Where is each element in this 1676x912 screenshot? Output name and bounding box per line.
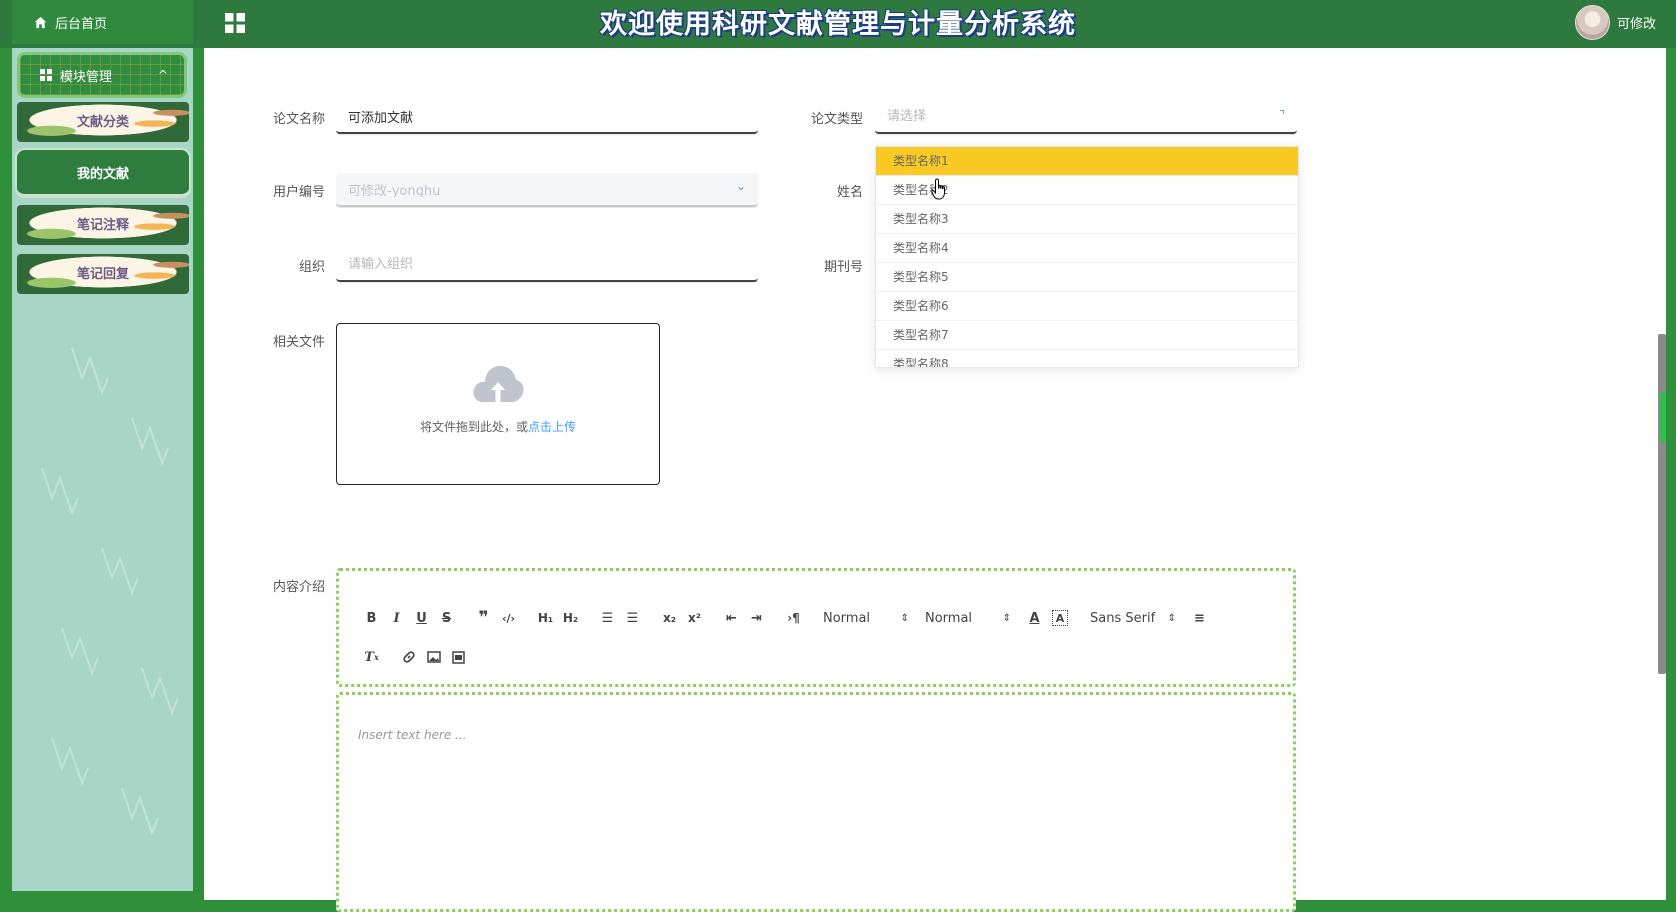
- editor-content-area[interactable]: Insert text here ...: [336, 692, 1296, 912]
- heading-2-icon[interactable]: H₂: [558, 606, 583, 630]
- dropdown-option[interactable]: 类型名称5: [876, 263, 1298, 292]
- user-menu[interactable]: 可修改: [1574, 5, 1656, 40]
- upload-hint: 将文件拖到此处，或点击上传: [337, 418, 659, 435]
- sidebar-item-notes[interactable]: 笔记注释: [17, 205, 189, 245]
- clear-format-icon[interactable]: Tx: [359, 645, 384, 669]
- text-direction-icon[interactable]: ›¶: [781, 606, 806, 630]
- user-id-label: 用户编号: [272, 185, 325, 200]
- page-scrollbar[interactable]: [1658, 48, 1666, 900]
- font-select[interactable]: Sans Serif ⇕: [1085, 606, 1181, 630]
- image-icon[interactable]: [421, 645, 446, 669]
- page-title: 欢迎使用科研文献管理与计量分析系统: [600, 9, 1076, 40]
- sidebar-item-label: 笔记注释: [76, 217, 129, 233]
- avatar[interactable]: [1574, 5, 1610, 40]
- dropdown-option[interactable]: 类型名称7: [876, 321, 1298, 350]
- font-select-value: Sans Serif: [1090, 610, 1156, 626]
- user-id-select[interactable]: ⌄: [336, 173, 758, 207]
- sidebar: 模块管理 ^ 文献分类 我的文献 笔记注释 笔记回复: [12, 48, 193, 891]
- outdent-icon[interactable]: ⇤: [719, 606, 744, 630]
- organization-label: 组织: [298, 260, 325, 275]
- size-select-value: Normal: [925, 610, 973, 626]
- sidebar-item-document-category[interactable]: 文献分类: [17, 102, 189, 142]
- strikethrough-icon[interactable]: S: [434, 606, 459, 630]
- video-icon[interactable]: [446, 645, 471, 669]
- select-arrows-icon: ⇕: [900, 612, 909, 624]
- click-upload-link[interactable]: 点击上传: [528, 420, 576, 434]
- subscript-icon[interactable]: x₂: [657, 606, 682, 630]
- related-file-label: 相关文件: [272, 335, 325, 350]
- bold-icon[interactable]: B: [359, 606, 384, 630]
- journal-number-label: 期刊号: [823, 260, 863, 275]
- editor-toolbar: B I U S ❞ ‹/› H₁ H₂ ☰ ☰ x₂ x² ⇤ ⇥ ›¶ Nor…: [336, 568, 1296, 687]
- heading-1-icon[interactable]: H₁: [533, 606, 558, 630]
- organization-field[interactable]: [336, 248, 758, 282]
- username: 可修改: [1616, 17, 1656, 32]
- sidebar-item-note-replies[interactable]: 笔记回复: [17, 254, 189, 294]
- paper-title-input[interactable]: [348, 108, 758, 124]
- editor-placeholder: Insert text here ...: [358, 728, 467, 742]
- scrollbar-thumb[interactable]: [1658, 334, 1666, 674]
- link-icon[interactable]: [396, 645, 421, 669]
- bullet-list-icon[interactable]: ☰: [620, 606, 645, 630]
- name-label: 姓名: [836, 185, 863, 200]
- sidebar-item-my-documents[interactable]: 我的文献: [15, 148, 191, 198]
- superscript-icon[interactable]: x²: [682, 606, 707, 630]
- dropdown-option[interactable]: 类型名称3: [876, 205, 1298, 234]
- dropdown-option[interactable]: 类型名称1: [876, 147, 1298, 176]
- top-header: 后台首页 欢迎使用科研文献管理与计量分析系统 可修改: [0, 0, 1676, 48]
- module-label: 模块管理: [60, 69, 113, 85]
- chevron-up-icon: ⌝: [1279, 108, 1285, 122]
- sidebar-item-label: 我的文献: [76, 166, 129, 182]
- paper-title-label: 论文名称: [272, 112, 325, 127]
- code-icon[interactable]: ‹/›: [496, 606, 521, 630]
- paper-title-field[interactable]: [336, 100, 758, 134]
- dropdown-option[interactable]: 类型名称6: [876, 292, 1298, 321]
- chevron-up-icon: ^: [157, 68, 168, 82]
- cloud-upload-icon: [473, 365, 524, 402]
- indent-icon[interactable]: ⇥: [744, 606, 769, 630]
- module-grid-icon: [40, 69, 52, 81]
- select-arrows-icon: ⇕: [1167, 612, 1176, 624]
- paper-type-input[interactable]: [887, 108, 1297, 124]
- select-arrows-icon: ⇕: [1002, 612, 1011, 624]
- ordered-list-icon[interactable]: ☰: [595, 606, 620, 630]
- blockquote-icon[interactable]: ❞: [471, 606, 496, 630]
- scrollbar-accent: [1660, 392, 1666, 442]
- chevron-down-icon: ⌄: [735, 179, 746, 193]
- file-upload-dropzone[interactable]: 将文件拖到此处，或点击上传: [336, 323, 660, 485]
- align-icon[interactable]: ≡: [1187, 606, 1212, 630]
- sidebar-item-label: 笔记回复: [76, 266, 129, 282]
- header-select-value: Normal: [823, 610, 871, 626]
- upload-hint-text: 将文件拖到此处，或: [419, 420, 528, 434]
- sidebar-item-label: 文献分类: [76, 114, 129, 130]
- module-management-toggle[interactable]: 模块管理 ^: [17, 52, 187, 98]
- text-color-icon[interactable]: A: [1022, 606, 1047, 630]
- hand-pointer-cursor-icon: [931, 178, 945, 200]
- header-select[interactable]: Normal ⇕: [818, 606, 914, 630]
- dropdown-option[interactable]: 类型名称8: [876, 350, 1298, 367]
- dropdown-option[interactable]: 类型名称4: [876, 234, 1298, 263]
- underline-icon[interactable]: U: [409, 606, 434, 630]
- paper-type-label: 论文类型: [810, 112, 863, 127]
- italic-icon[interactable]: I: [384, 606, 409, 630]
- user-id-input[interactable]: [348, 181, 758, 197]
- organization-input[interactable]: [348, 256, 758, 272]
- content-intro-label: 内容介绍: [272, 580, 325, 595]
- size-select[interactable]: Normal ⇕: [920, 606, 1016, 630]
- paper-type-select[interactable]: ⌝: [875, 100, 1297, 134]
- background-color-icon[interactable]: A: [1052, 610, 1068, 626]
